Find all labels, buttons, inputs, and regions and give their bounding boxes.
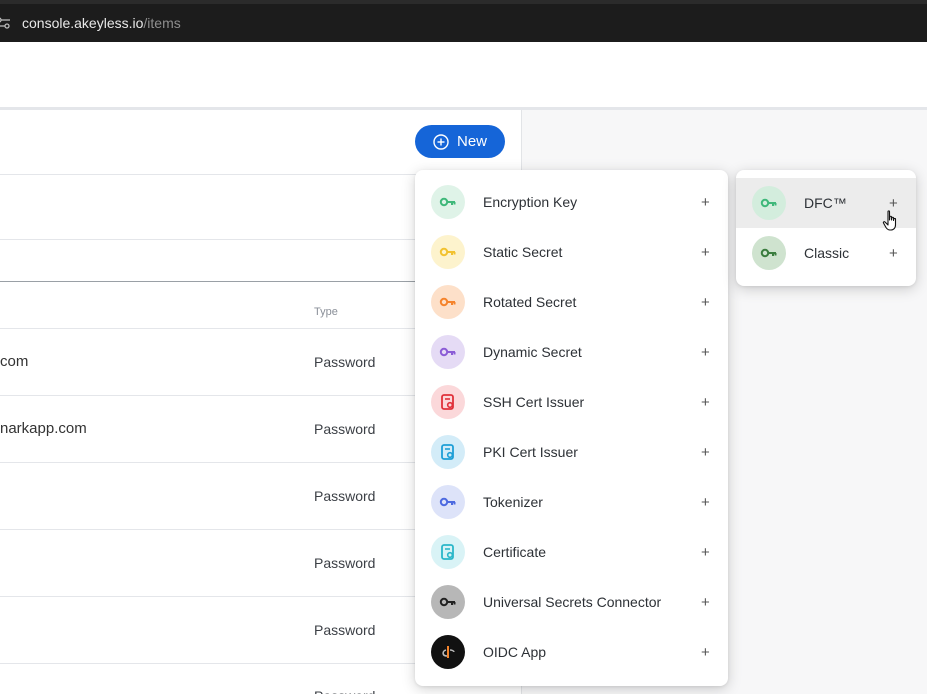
item-type: Password bbox=[314, 488, 376, 504]
key-icon bbox=[431, 335, 465, 369]
item-type: Password bbox=[314, 622, 376, 638]
key-icon bbox=[431, 285, 465, 319]
menu-item-universal-secrets-connector[interactable]: Universal Secrets Connector + bbox=[415, 577, 728, 627]
plus-icon: + bbox=[889, 244, 898, 262]
menu-item-pki-cert-issuer[interactable]: PKI Cert Issuer + bbox=[415, 427, 728, 477]
plus-icon: + bbox=[701, 443, 710, 461]
menu-item-label: Dynamic Secret bbox=[483, 344, 582, 360]
menu-item-ssh-cert-issuer[interactable]: SSH Cert Issuer + bbox=[415, 377, 728, 427]
item-type: Password bbox=[314, 354, 376, 370]
key-icon bbox=[431, 235, 465, 269]
plus-circle-icon bbox=[433, 133, 449, 150]
plus-icon: + bbox=[701, 343, 710, 361]
submenu-item-label: Classic bbox=[804, 245, 850, 261]
menu-item-label: Encryption Key bbox=[483, 194, 578, 210]
menu-item-tokenizer[interactable]: Tokenizer + bbox=[415, 477, 728, 527]
certificate-icon bbox=[431, 535, 465, 569]
menu-item-label: OIDC App bbox=[483, 644, 547, 660]
menu-item-label: PKI Cert Issuer bbox=[483, 444, 578, 460]
hand-cursor-icon bbox=[882, 210, 897, 231]
key-icon bbox=[431, 485, 465, 519]
column-header-type[interactable]: Type bbox=[314, 306, 338, 318]
menu-item-label: Rotated Secret bbox=[483, 294, 577, 310]
menu-item-label: Static Secret bbox=[483, 244, 563, 260]
menu-item-label: Certificate bbox=[483, 544, 547, 560]
menu-item-certificate[interactable]: Certificate + bbox=[415, 527, 728, 577]
plus-icon: + bbox=[701, 543, 710, 561]
new-item-menu: Encryption Key + Static Secret + Rotated… bbox=[415, 170, 728, 686]
plus-icon: + bbox=[701, 243, 710, 261]
menu-item-label: SSH Cert Issuer bbox=[483, 394, 585, 410]
menu-item-static-secret[interactable]: Static Secret + bbox=[415, 227, 728, 277]
item-type: Password bbox=[314, 555, 376, 571]
menu-item-encryption-key[interactable]: Encryption Key + bbox=[415, 177, 728, 227]
menu-item-dynamic-secret[interactable]: Dynamic Secret + bbox=[415, 327, 728, 377]
submenu-item-label: DFC™ bbox=[804, 195, 847, 211]
menu-item-label: Universal Secrets Connector bbox=[483, 594, 662, 610]
page: console.akeyless.io/items New Type com P… bbox=[0, 0, 927, 694]
site-settings-icon[interactable] bbox=[0, 16, 10, 30]
certificate-icon bbox=[431, 385, 465, 419]
new-item-button[interactable]: New bbox=[415, 125, 505, 158]
plus-icon: + bbox=[889, 194, 898, 212]
item-type: Password bbox=[314, 688, 375, 694]
key-icon bbox=[431, 185, 465, 219]
plus-icon: + bbox=[701, 293, 710, 311]
menu-item-label: Tokenizer bbox=[483, 494, 543, 510]
key-icon bbox=[431, 585, 465, 619]
url-host: console.akeyless.io bbox=[22, 15, 144, 31]
plus-icon: + bbox=[701, 643, 710, 661]
menu-item-rotated-secret[interactable]: Rotated Secret + bbox=[415, 277, 728, 327]
app-header bbox=[0, 42, 927, 107]
item-type: Password bbox=[314, 421, 376, 437]
menu-item-oidc-app[interactable]: OIDC App + bbox=[415, 627, 728, 677]
item-name[interactable]: com bbox=[0, 353, 28, 370]
item-name[interactable]: narkapp.com bbox=[0, 420, 87, 437]
key-icon bbox=[752, 186, 786, 220]
plus-icon: + bbox=[701, 393, 710, 411]
oidc-icon bbox=[431, 635, 465, 669]
submenu-item-classic[interactable]: Classic + bbox=[736, 228, 916, 278]
plus-icon: + bbox=[701, 193, 710, 211]
url-path: /items bbox=[143, 15, 181, 31]
certificate-icon bbox=[431, 435, 465, 469]
key-icon bbox=[752, 236, 786, 270]
new-button-label: New bbox=[456, 133, 487, 150]
url-bar[interactable]: console.akeyless.io/items bbox=[0, 4, 927, 42]
plus-icon: + bbox=[701, 493, 710, 511]
plus-icon: + bbox=[701, 593, 710, 611]
